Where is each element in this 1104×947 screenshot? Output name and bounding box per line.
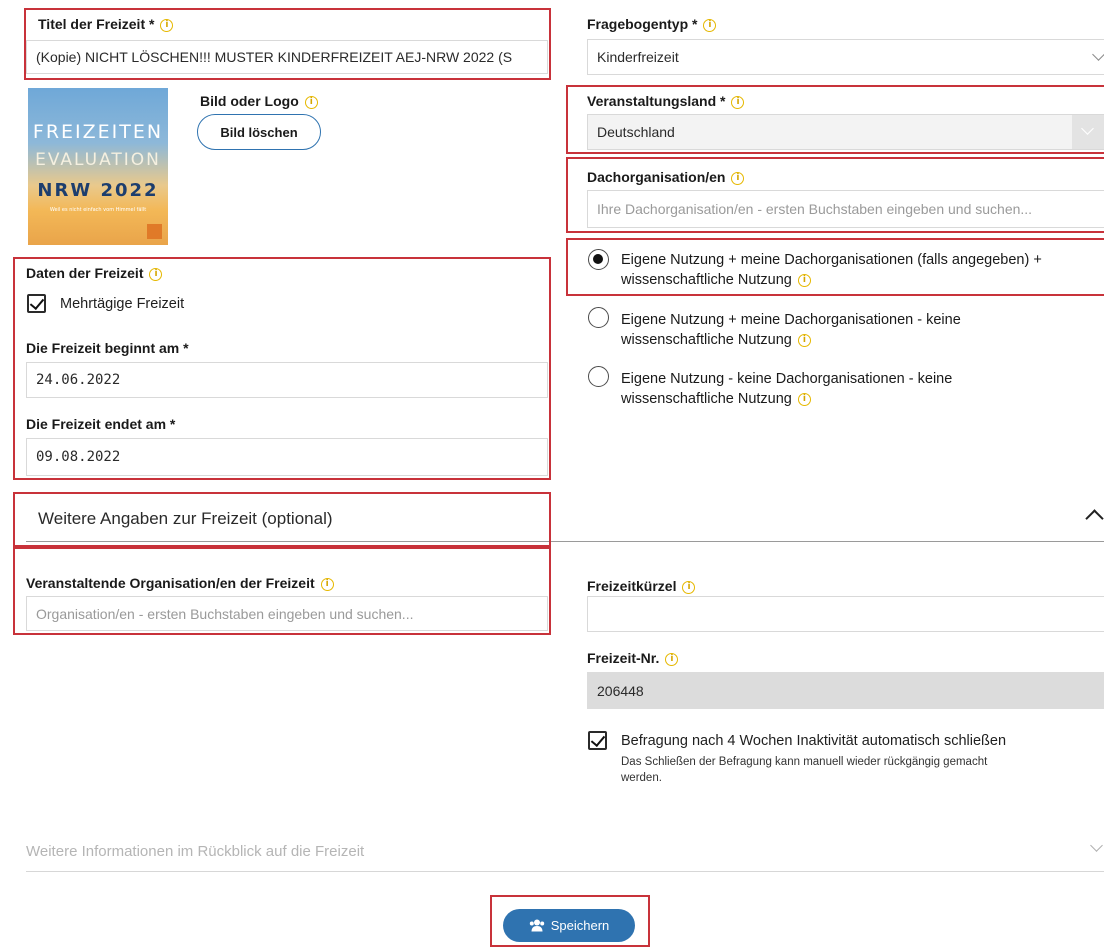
logo-label: Bild oder Logo i [200, 93, 318, 109]
usage-option-2: Eigene Nutzung + meine Dachorganisatione… [621, 312, 961, 348]
info-icon[interactable]: i [304, 95, 318, 109]
chevron-down-icon [1081, 122, 1094, 135]
info-icon[interactable]: i [731, 95, 745, 109]
info-icon[interactable]: i [797, 273, 811, 287]
start-date-label: Die Freizeit beginnt am * [26, 340, 189, 356]
end-date-label: Die Freizeit endet am * [26, 416, 176, 432]
info-icon[interactable]: i [149, 267, 163, 281]
chevron-down-icon[interactable] [1090, 839, 1103, 852]
info-icon[interactable]: i [320, 577, 334, 591]
retrospective-divider [26, 871, 1104, 872]
delete-image-button[interactable]: Bild löschen [197, 114, 321, 150]
retrospective-title[interactable]: Weitere Informationen im Rückblick auf d… [26, 843, 364, 860]
country-select[interactable]: Deutschland [587, 114, 1104, 150]
autoclose-label: Befragung nach 4 Wochen Inaktivität auto… [621, 733, 1007, 749]
save-button[interactable]: Speichern [503, 909, 635, 942]
country-label: Veranstaltungsland * i [587, 93, 745, 109]
info-icon[interactable]: i [731, 171, 745, 185]
info-icon[interactable]: i [797, 392, 811, 406]
country-dropdown-toggle[interactable] [1072, 115, 1104, 149]
logo-image: FREIZEITEN EVALUATION NRW 2022 Weil es n… [28, 88, 168, 245]
end-date-input[interactable]: 09.08.2022 [26, 438, 548, 476]
organizer-input[interactable]: Organisation/en - ersten Buchstaben eing… [26, 596, 548, 631]
title-label: Titel der Freizeit * i [38, 16, 174, 32]
short-label: Freizeitkürzel i [587, 578, 696, 594]
number-label: Freizeit-Nr. i [587, 650, 679, 666]
short-input[interactable] [587, 596, 1104, 632]
title-input[interactable]: (Kopie) NICHT LÖSCHEN!!! MUSTER KINDERFR… [26, 40, 548, 74]
start-date-input[interactable]: 24.06.2022 [26, 362, 548, 398]
multiday-label: Mehrtägige Freizeit [60, 296, 185, 312]
info-icon[interactable]: i [160, 18, 174, 32]
users-icon [529, 919, 544, 932]
info-icon[interactable]: i [682, 580, 696, 594]
dates-section-label: Daten der Freizeit i [26, 265, 163, 281]
umbrella-label: Dachorganisation/en i [587, 169, 745, 185]
number-input: 206448 [587, 672, 1104, 709]
autoclose-hint: Das Schließen der Befragung kann manuell… [621, 756, 988, 784]
chevron-up-icon[interactable] [1085, 509, 1104, 528]
usage-option-1: Eigene Nutzung + meine Dachorganisatione… [621, 252, 1042, 288]
section-divider [26, 541, 1104, 542]
info-icon[interactable]: i [665, 652, 679, 666]
usage-radio-1[interactable] [588, 249, 609, 270]
usage-radio-3[interactable] [588, 366, 609, 387]
usage-option-3: Eigene Nutzung - keine Dachorganisatione… [621, 371, 953, 407]
organizer-label: Veranstaltende Organisation/en der Freiz… [26, 575, 334, 591]
logo-mark-icon [147, 224, 162, 239]
multiday-checkbox[interactable] [27, 294, 46, 313]
umbrella-input[interactable]: Ihre Dachorganisation/en - ersten Buchst… [587, 190, 1104, 228]
usage-radio-2[interactable] [588, 307, 609, 328]
questionnaire-label: Fragebogentyp * i [587, 16, 717, 32]
questionnaire-select[interactable]: Kinderfreizeit [587, 39, 1104, 75]
info-icon[interactable]: i [703, 18, 717, 32]
info-icon[interactable]: i [797, 333, 811, 347]
autoclose-checkbox[interactable] [588, 731, 607, 750]
more-info-title[interactable]: Weitere Angaben zur Freizeit (optional) [38, 509, 333, 529]
